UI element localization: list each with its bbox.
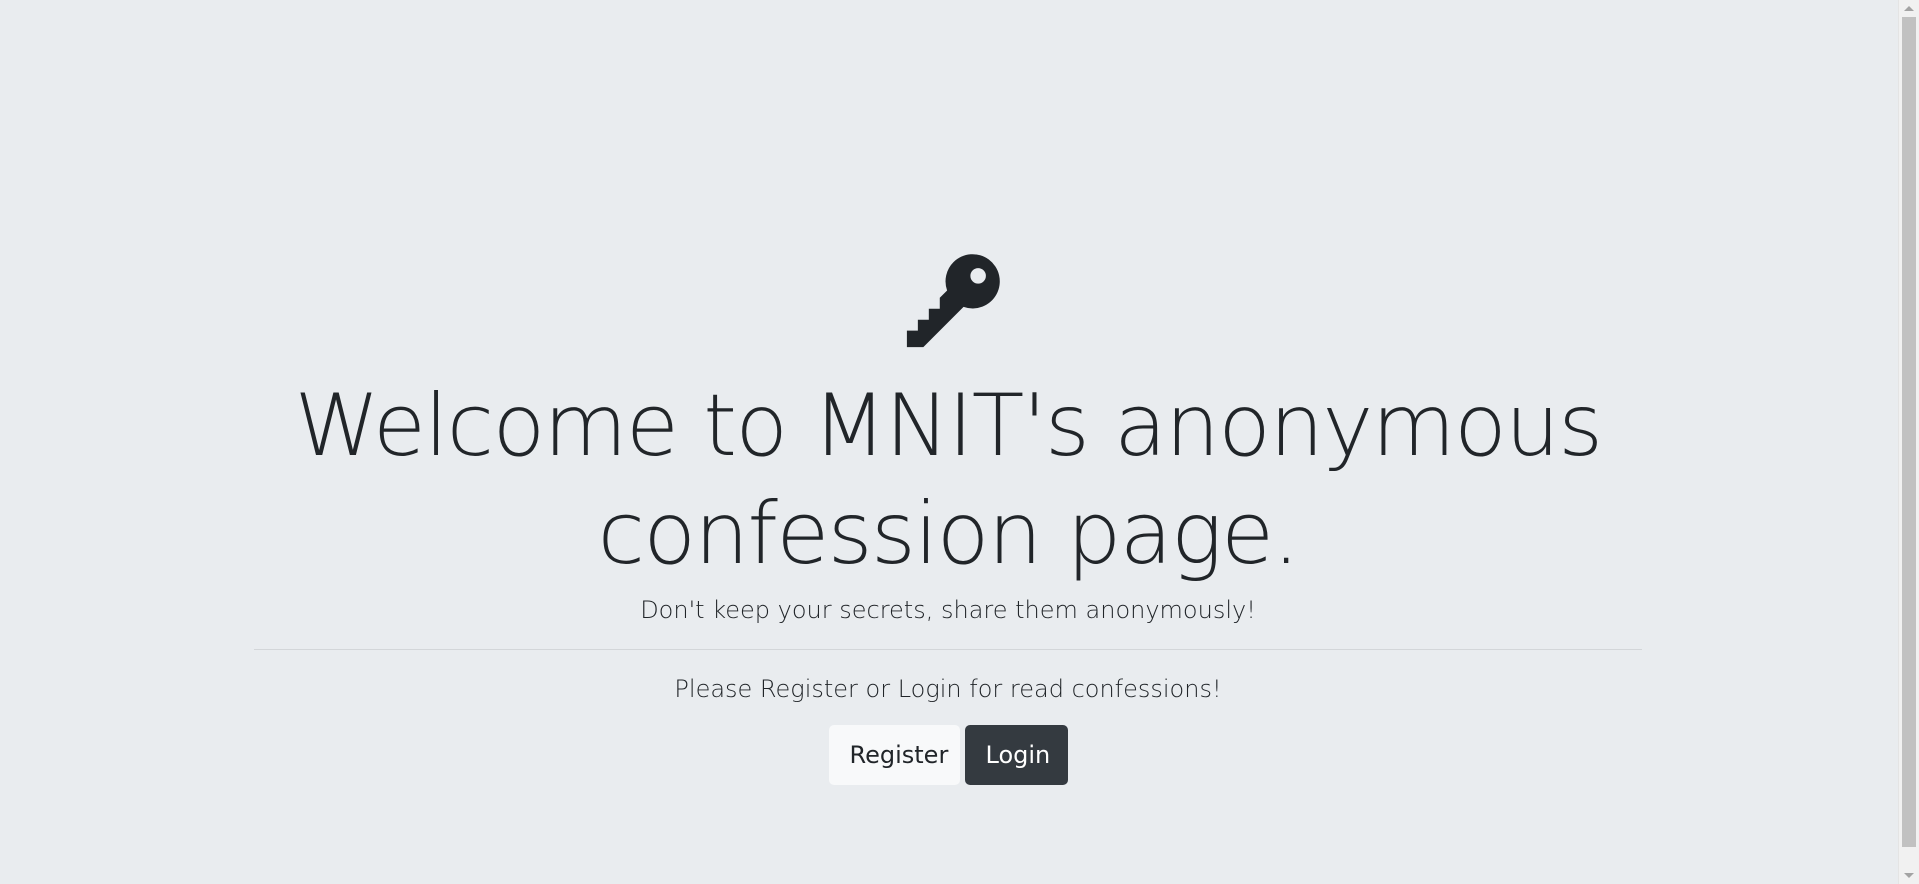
jumbotron: Welcome to MNIT's anonymous confession p… <box>254 244 1642 785</box>
register-button[interactable]: Register <box>828 725 960 785</box>
subtitle: Don't keep your secrets, share them anon… <box>640 596 1256 624</box>
auth-prompt: Please Register or Login for read confes… <box>674 675 1222 703</box>
scroll-up-arrow-icon[interactable] <box>1904 6 1914 11</box>
scroll-thumb[interactable] <box>1902 17 1916 847</box>
scroll-down-arrow-icon[interactable] <box>1904 873 1914 878</box>
login-button[interactable]: Login <box>964 725 1068 785</box>
vertical-scrollbar[interactable] <box>1898 0 1919 884</box>
key-icon <box>906 254 1000 348</box>
page-title: Welcome to MNIT's anonymous confession p… <box>294 376 1603 584</box>
auth-buttons: Register Login <box>254 725 1642 785</box>
page: Welcome to MNIT's anonymous confession p… <box>0 0 1919 884</box>
main-content: Welcome to MNIT's anonymous confession p… <box>0 0 1898 884</box>
divider <box>254 649 1642 650</box>
